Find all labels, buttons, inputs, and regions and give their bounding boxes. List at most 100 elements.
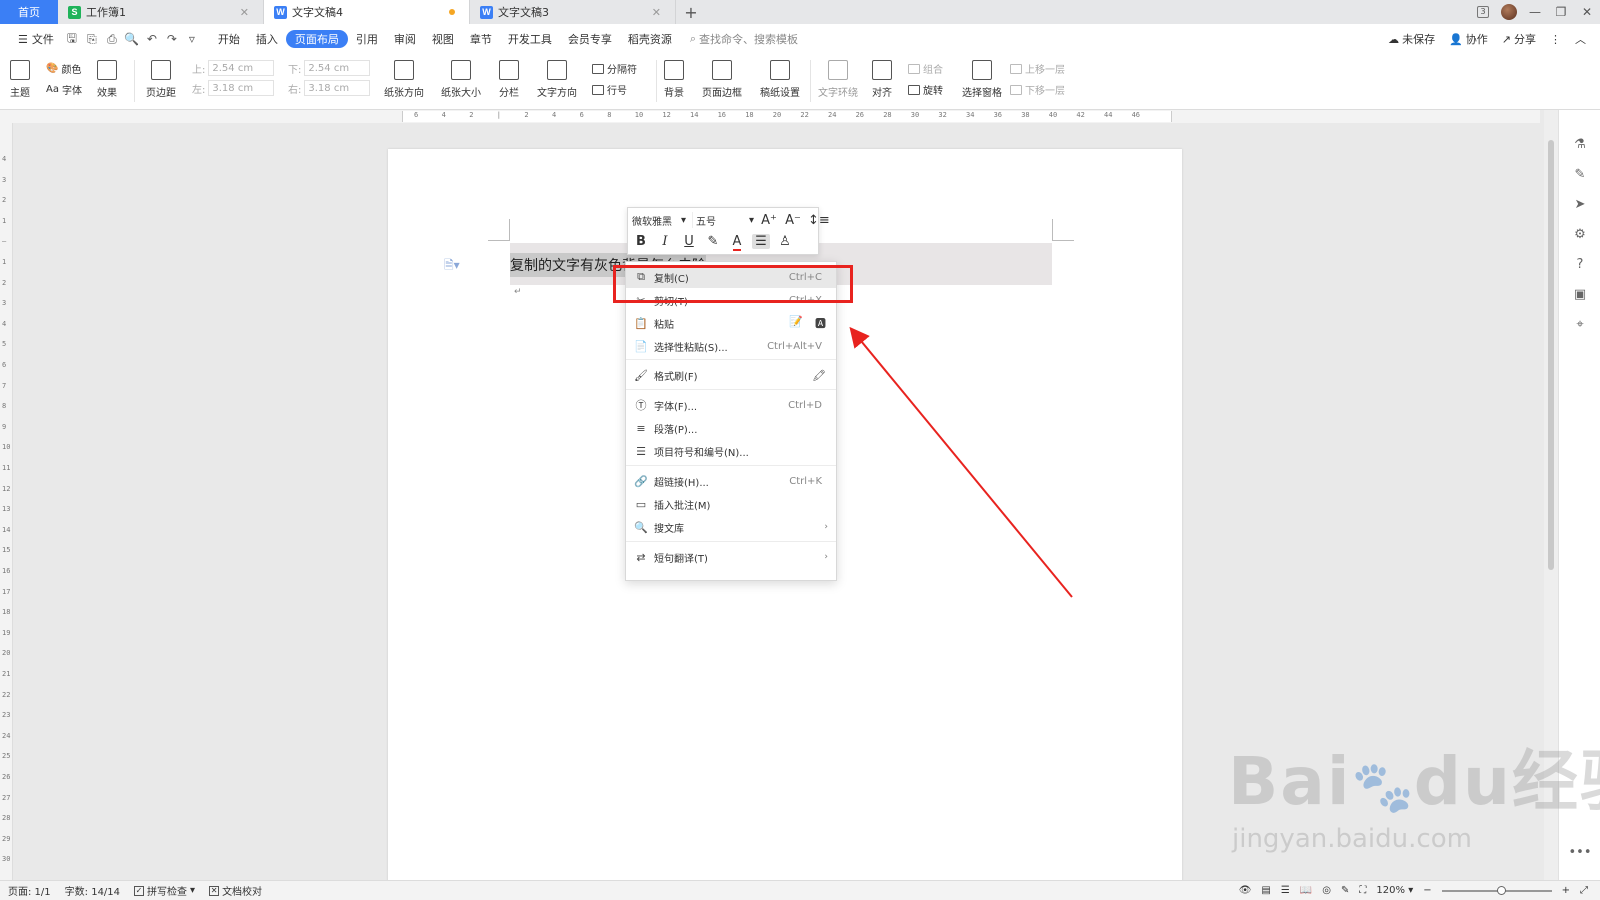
word-count[interactable]: 字数: 14/14 xyxy=(65,883,120,898)
underline-button[interactable]: U xyxy=(680,234,698,249)
close-icon[interactable]: ✕ xyxy=(240,6,249,19)
write-mode-icon[interactable]: ✎ xyxy=(1341,885,1349,896)
zoom-slider[interactable] xyxy=(1441,885,1552,895)
margin-bottom-input[interactable]: 2.54 cm xyxy=(304,60,371,76)
orientation-button[interactable]: 纸张方向 xyxy=(384,60,424,99)
margin-bottom-field[interactable]: 下: 2.54 cm xyxy=(288,60,371,76)
select-cursor-icon[interactable]: ➤ xyxy=(1572,196,1588,212)
horizontal-ruler[interactable]: 6 4 2 | 2 4 6 8 10 12 14 16 18 20 22 24 26 28 30 32 34 36 38 40… xyxy=(0,110,1540,123)
menu-item-hyperlink[interactable]: 🔗 超链接(H)... Ctrl+K xyxy=(626,470,836,492)
menu-item-paste-special[interactable]: 📄 选择性粘贴(S)... Ctrl+Alt+V xyxy=(626,335,836,357)
tab-document3[interactable]: W 文字文稿3 ✕ xyxy=(470,0,676,24)
menu-tab-start[interactable]: 开始 xyxy=(210,30,248,48)
colors-button[interactable]: 🎨 颜色 xyxy=(46,61,81,76)
italic-button[interactable]: I xyxy=(656,234,674,249)
unsaved-button[interactable]: ☁ 未保存 xyxy=(1388,31,1435,47)
menu-item-font[interactable]: Ⓣ 字体(F)... Ctrl+D xyxy=(626,394,836,416)
close-icon[interactable]: ✕ xyxy=(652,6,661,19)
margin-right-input[interactable]: 3.18 cm xyxy=(304,80,371,96)
font-size-select[interactable]: 五号 ▾ xyxy=(692,212,754,228)
menu-tab-references[interactable]: 引用 xyxy=(348,30,386,48)
quick-access-dropdown-icon[interactable]: ▿ xyxy=(182,30,202,48)
print-icon[interactable]: ⎙ xyxy=(102,30,122,48)
margin-right-field[interactable]: 右: 3.18 cm xyxy=(288,80,371,96)
collapse-ribbon-icon[interactable]: ︿ xyxy=(1575,31,1586,47)
page-view-icon[interactable]: ▤ xyxy=(1261,885,1270,896)
user-avatar-button[interactable] xyxy=(1496,0,1522,24)
share-button[interactable]: ↗ 分享 xyxy=(1502,31,1536,47)
page-size-button[interactable]: 纸张大小 xyxy=(441,60,481,99)
paragraph-layout-icon[interactable]: 🗎▾ xyxy=(444,256,460,277)
format-painter-lock-icon[interactable]: 🖍 xyxy=(812,369,826,382)
margin-left-input[interactable]: 3.18 cm xyxy=(208,80,275,96)
tab-home[interactable]: 首页 xyxy=(0,0,58,24)
web-view-icon[interactable]: ◎ xyxy=(1322,885,1331,896)
sliders-icon[interactable]: ⚙ xyxy=(1572,226,1588,242)
menu-tab-view[interactable]: 视图 xyxy=(424,30,462,48)
new-tab-button[interactable]: + xyxy=(676,0,706,24)
proofread-button[interactable]: ✕ 文档校对 xyxy=(209,883,262,898)
highlight-icon[interactable]: ✎ xyxy=(704,234,722,249)
eye-protection-icon[interactable]: 👁 xyxy=(1239,885,1252,896)
print-preview-icon[interactable]: 🔍 xyxy=(122,30,142,48)
text-direction-button[interactable]: 文字方向 xyxy=(537,60,577,99)
menu-tab-insert[interactable]: 插入 xyxy=(248,30,286,48)
bold-button[interactable]: B xyxy=(632,234,650,249)
theme-button[interactable]: 主题 xyxy=(10,60,30,99)
tab-workbook1[interactable]: S 工作簿1 ✕ xyxy=(58,0,264,24)
reading-view-icon[interactable]: 📖 xyxy=(1300,885,1312,896)
rotate-button[interactable]: 旋转 xyxy=(908,82,943,97)
collab-button[interactable]: 👤 协作 xyxy=(1449,31,1488,47)
menu-item-format-painter[interactable]: 🖌 格式刷(F) 🖍 xyxy=(626,364,836,386)
style-icon[interactable]: ⚗ xyxy=(1572,136,1588,152)
menu-tab-section[interactable]: 章节 xyxy=(462,30,500,48)
menu-item-paragraph[interactable]: ≡ 段落(P)... xyxy=(626,417,836,439)
redo-icon[interactable]: ↷ xyxy=(162,30,182,48)
grow-font-icon[interactable]: A⁺ xyxy=(760,213,778,228)
margins-button[interactable]: 页边距 xyxy=(146,60,176,99)
tab-document4[interactable]: W 文字文稿4 xyxy=(264,0,470,24)
menu-item-paste[interactable]: 📋 粘贴 📝 🅰 xyxy=(626,312,836,334)
send-backward-button[interactable]: 下移一层 xyxy=(1010,82,1065,97)
command-search[interactable]: ⌕ 查找命令、搜索模板 xyxy=(690,31,798,47)
menu-tab-review[interactable]: 审阅 xyxy=(386,30,424,48)
selection-pane-button[interactable]: 选择窗格 xyxy=(962,60,1002,99)
restore-icon[interactable]: ❐ xyxy=(1548,0,1574,24)
line-numbers-button[interactable]: 行号 xyxy=(592,82,627,97)
zoom-out-icon[interactable]: − xyxy=(1423,885,1431,896)
menu-item-translate[interactable]: ⇄ 短句翻译(T) › xyxy=(626,546,836,568)
paste-text-only-icon[interactable]: 🅰 xyxy=(815,315,826,331)
margin-left-field[interactable]: 左: 3.18 cm xyxy=(192,80,275,96)
font-select[interactable]: 微软雅黑 ▾ xyxy=(632,212,686,228)
close-window-icon[interactable]: ✕ xyxy=(1574,0,1600,24)
minimize-icon[interactable]: — xyxy=(1522,0,1548,24)
text-wrap-button[interactable]: 文字环绕 xyxy=(818,60,858,99)
fullscreen-icon[interactable]: ⤢ xyxy=(1580,885,1588,896)
page-count[interactable]: 页面: 1/1 xyxy=(8,883,51,898)
line-spacing-icon[interactable]: ↕≡ xyxy=(808,213,830,228)
scrollbar-thumb[interactable] xyxy=(1548,140,1554,570)
zoom-in-icon[interactable]: + xyxy=(1562,885,1570,896)
paste-keep-format-icon[interactable]: 📝 xyxy=(789,315,803,331)
menu-tab-member[interactable]: 会员专享 xyxy=(560,30,620,48)
align-justify-icon[interactable]: ☰ xyxy=(752,234,770,249)
spell-check-toggle[interactable]: ✓ 拼写检查 ▾ xyxy=(134,883,195,898)
help-icon[interactable]: ? xyxy=(1572,256,1588,272)
menu-tab-docer[interactable]: 稻壳资源 xyxy=(620,30,680,48)
pen-icon[interactable]: ✎ xyxy=(1572,166,1588,182)
effects-button[interactable]: 效果 xyxy=(97,60,117,99)
page-border-button[interactable]: 页面边框 xyxy=(702,60,742,99)
export-pdf-icon[interactable]: ⎘ xyxy=(82,30,102,48)
menu-item-insert-comment[interactable]: ▭ 插入批注(M) xyxy=(626,493,836,515)
file-menu[interactable]: ☰ 文件 xyxy=(10,30,62,48)
shrink-font-icon[interactable]: A⁻ xyxy=(784,213,802,228)
font-color-button[interactable]: A xyxy=(728,234,746,251)
location-icon[interactable]: ⌖ xyxy=(1572,316,1588,332)
columns-button[interactable]: 分栏 xyxy=(499,60,519,99)
manuscript-button[interactable]: 稿纸设置 xyxy=(760,60,800,99)
zoom-select[interactable]: 120% ▾ xyxy=(1376,885,1413,896)
align-button[interactable]: 对齐 xyxy=(872,60,892,99)
menu-item-search-library[interactable]: 🔍 搜文库 › xyxy=(626,516,836,538)
vertical-ruler[interactable]: 4 3 2 1—1 2 3 4 5 6 7 8 9 10 11 12 13 14 15 16 17 18 19 20 21 22… xyxy=(0,123,13,880)
group-button[interactable]: 组合 xyxy=(908,61,943,76)
